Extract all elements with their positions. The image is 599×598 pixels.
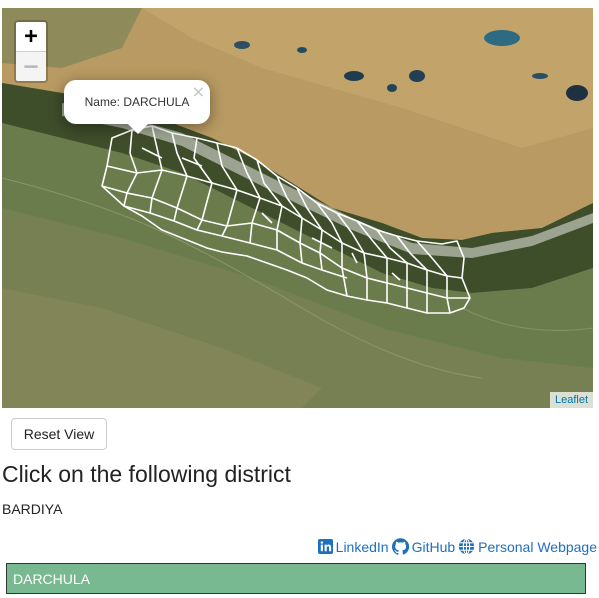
social-links: LinkedIn GitHub Personal Webpage	[317, 538, 597, 555]
district-popup: Name: DARCHULA ×	[64, 80, 210, 134]
quiz-heading: Click on the following district	[2, 461, 291, 487]
popup-content: Name: DARCHULA	[84, 95, 190, 109]
map-view[interactable]: + — Name: DARCHULA × Leaflet	[2, 8, 593, 408]
zoom-in-button[interactable]: +	[16, 22, 46, 52]
linkedin-link[interactable]: LinkedIn	[317, 538, 389, 555]
reset-view-button[interactable]: Reset View	[11, 418, 107, 450]
zoom-control: + —	[14, 20, 48, 83]
github-link[interactable]: GitHub	[391, 538, 456, 555]
personal-webpage-label: Personal Webpage	[478, 538, 597, 555]
linkedin-icon	[317, 539, 333, 554]
github-label: GitHub	[411, 538, 456, 555]
popup-tip	[128, 124, 148, 134]
leaflet-link[interactable]: Leaflet	[555, 394, 588, 406]
target-district: BARDIYA	[2, 501, 63, 517]
answer-result-bar: DARCHULA	[6, 563, 586, 594]
popup-close-button[interactable]: ×	[192, 82, 205, 101]
map-attribution: Leaflet	[549, 392, 593, 408]
personal-webpage-link[interactable]: Personal Webpage	[458, 538, 597, 555]
zoom-out-button[interactable]: —	[16, 52, 46, 81]
satellite-basemap	[2, 8, 593, 408]
linkedin-label: LinkedIn	[335, 538, 389, 555]
github-icon	[391, 538, 409, 555]
globe-icon	[458, 538, 475, 555]
